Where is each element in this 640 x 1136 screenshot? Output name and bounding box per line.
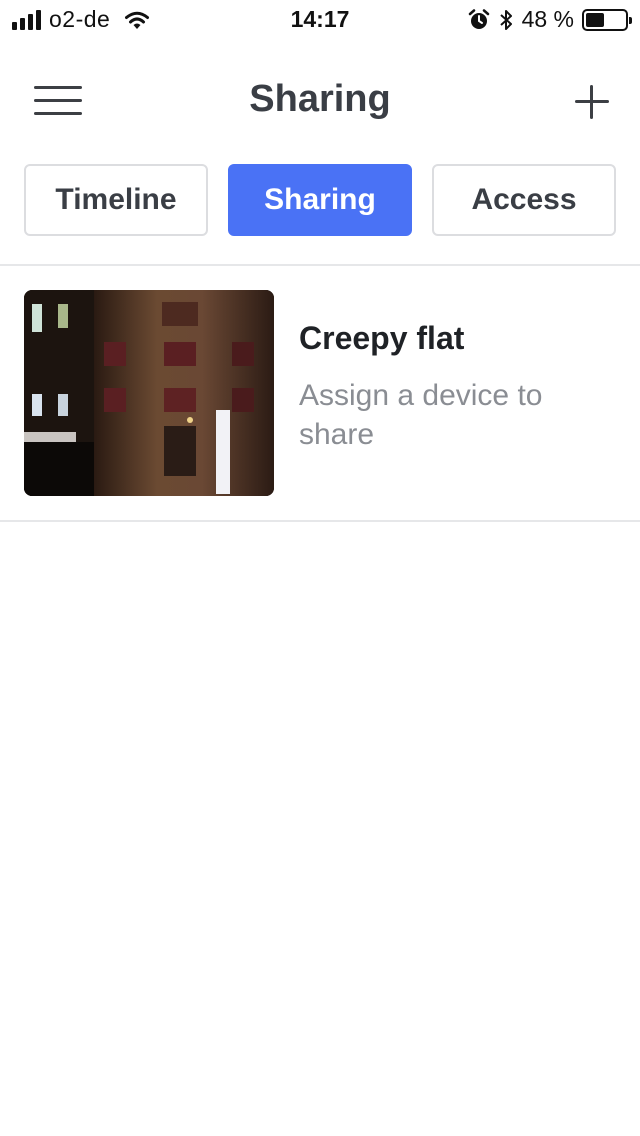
battery-icon [582,8,632,31]
tab-sharing[interactable]: Sharing [228,164,412,236]
divider [0,520,640,522]
tab-timeline[interactable]: Timeline [24,164,208,236]
building-photo-thumbnail [24,290,274,496]
status-bar: o2-de 14:17 48 % [0,0,640,40]
item-subtitle: Assign a device to share [299,379,543,451]
item-title: Creepy flat [299,320,465,356]
battery-level [586,12,604,27]
battery-percent: 48 % [521,6,574,32]
nav-bar: Sharing [0,60,640,144]
bluetooth-icon [499,9,512,30]
status-bar-right: 48 % [468,6,632,33]
tab-access[interactable]: Access [432,164,616,236]
alarm-icon [468,8,489,29]
plus-icon[interactable] [572,82,612,122]
page-title: Sharing [249,78,391,120]
list-item[interactable]: Creepy flat Assign a device to share [0,266,640,520]
app-screen: o2-de 14:17 48 % Sharing Timeline Sharin… [0,0,640,1136]
segment-tabs: Timeline Sharing Access [24,164,616,236]
